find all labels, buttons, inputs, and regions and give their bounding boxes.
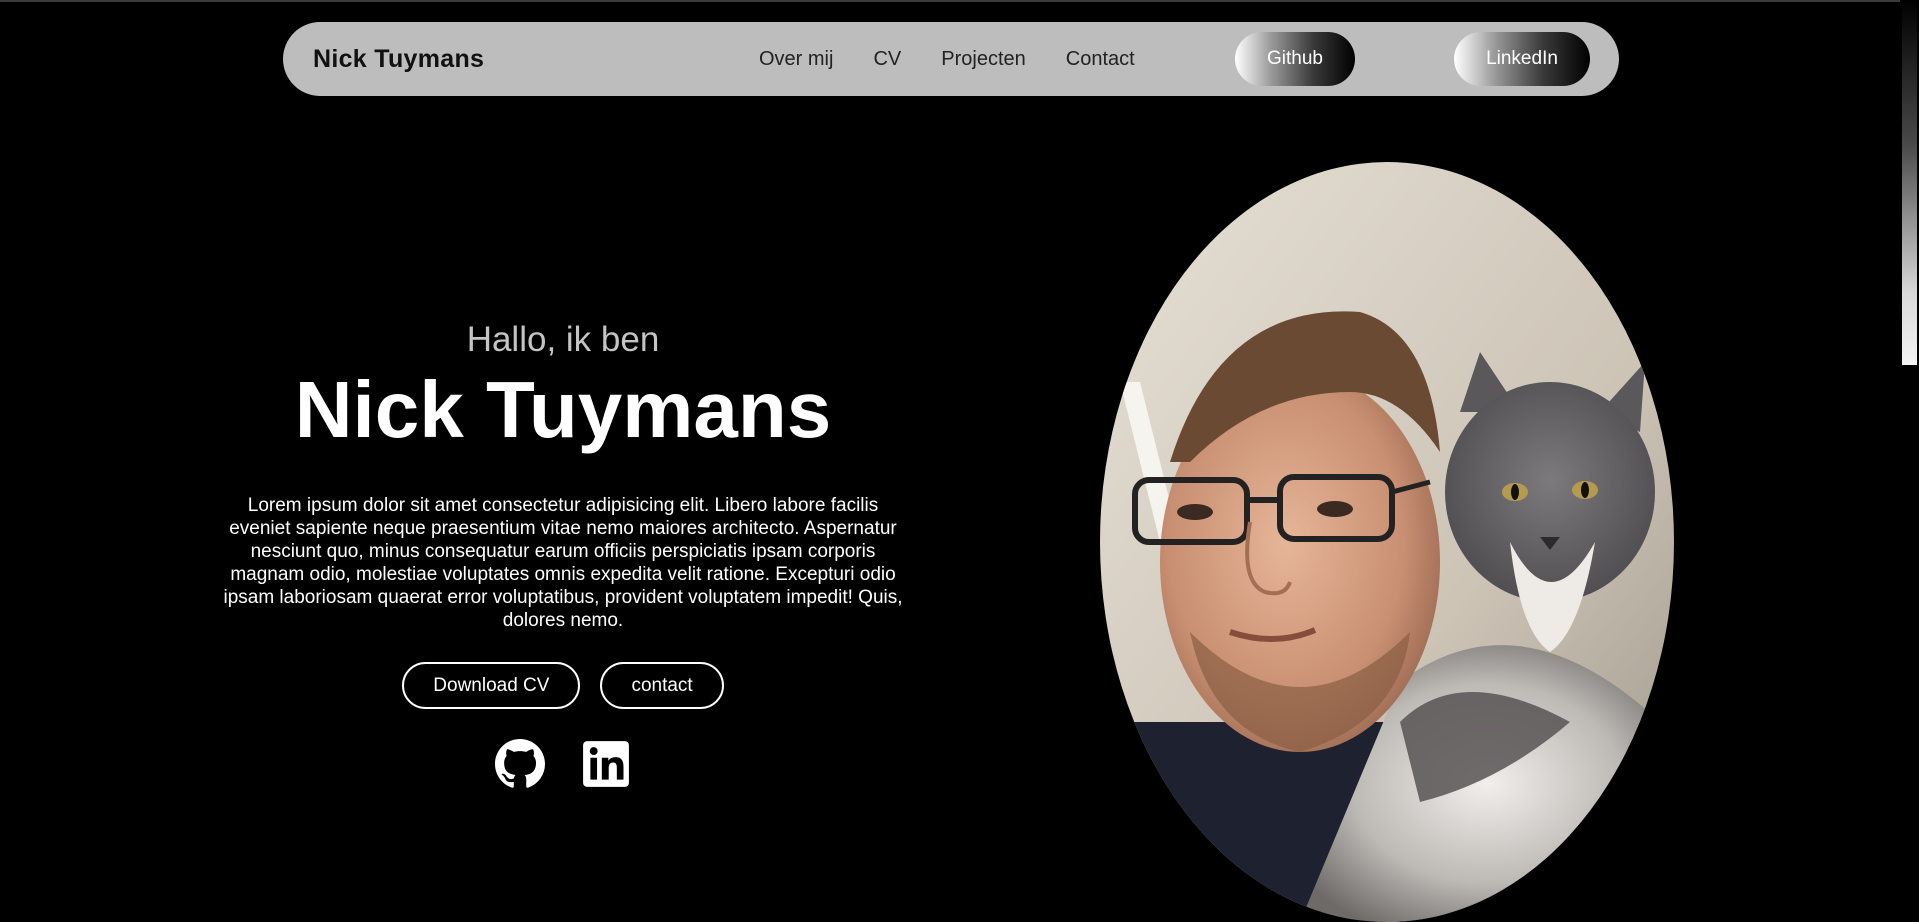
navbar: Nick Tuymans Over mij CV Projecten Conta…	[283, 22, 1619, 96]
hero-description: Lorem ipsum dolor sit amet consectetur a…	[223, 495, 903, 631]
profile-photo	[1100, 162, 1674, 922]
github-icon[interactable]	[495, 739, 545, 789]
hero-greeting: Hallo, ik ben	[466, 320, 660, 359]
profile-photo-illustration	[1100, 162, 1674, 922]
hero-buttons: Download CV contact	[218, 662, 908, 709]
nav-links: Over mij CV Projecten Contact	[759, 22, 1175, 96]
scrollbar-thumb[interactable]	[1902, 0, 1917, 365]
contact-button[interactable]: contact	[600, 662, 724, 709]
nav-link-cv[interactable]: CV	[873, 48, 901, 71]
nav-link-projecten[interactable]: Projecten	[941, 48, 1026, 71]
hero-section: Hallo, ik ben Nick Tuymans Lorem ipsum d…	[218, 310, 908, 789]
brand-logo[interactable]: Nick Tuymans	[313, 22, 484, 96]
social-links	[218, 739, 908, 789]
linkedin-button[interactable]: LinkedIn	[1454, 32, 1590, 86]
download-cv-button[interactable]: Download CV	[402, 662, 581, 709]
window-top-edge	[0, 0, 1900, 2]
nav-link-contact[interactable]: Contact	[1066, 48, 1135, 71]
github-button[interactable]: Github	[1235, 32, 1355, 86]
nav-link-over-mij[interactable]: Over mij	[759, 48, 833, 71]
hero-name: Nick Tuymans	[294, 365, 832, 454]
scrollbar[interactable]	[1900, 0, 1919, 912]
linkedin-icon[interactable]	[581, 739, 631, 789]
